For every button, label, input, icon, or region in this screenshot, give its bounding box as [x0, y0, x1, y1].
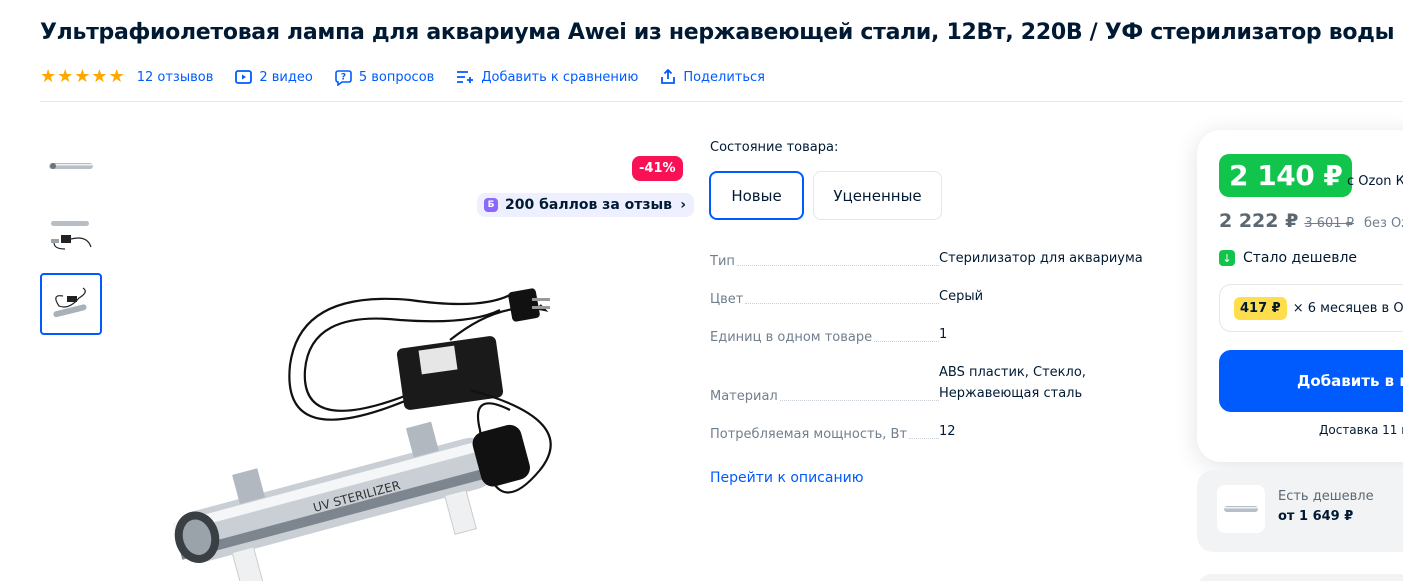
regular-price-row: 2 222 ₽ 3 601 ₽ без Ozo — [1219, 210, 1403, 232]
share-label: Поделиться — [683, 69, 765, 85]
share-icon — [661, 69, 676, 84]
star-icon: ★ — [74, 66, 91, 87]
delivery-info: Доставка 11 н — [1319, 423, 1403, 437]
add-to-cart-button[interactable]: Добавить в к — [1219, 350, 1403, 412]
product-main-image[interactable]: UV STERILIZER — [160, 270, 560, 581]
spec-key: Цвет — [710, 292, 746, 307]
installment-amount: 417 ₽ — [1234, 296, 1287, 320]
spec-value: ABS пластик, Стекло, Нержавеющая сталь — [939, 365, 1086, 401]
spec-row: Цвет Серый — [710, 286, 1160, 307]
cheaper-offer-card[interactable]: Есть дешевле от 1 649 ₽ — [1197, 470, 1403, 552]
thumbnail-1[interactable] — [40, 135, 102, 197]
review-bonus-badge[interactable]: Б 200 баллов за отзыв › — [477, 193, 695, 217]
spec-key: Потребляемая мощность, Вт — [710, 427, 910, 442]
chevron-right-icon: › — [680, 197, 687, 213]
condition-new-button[interactable]: Новые — [709, 171, 804, 220]
bonus-label: 200 баллов за отзыв — [505, 197, 673, 213]
price-drop-label: Стало дешевле — [1243, 250, 1358, 266]
cheaper-offer-label: Есть дешевле — [1278, 489, 1374, 504]
condition-label: Состояние товара: — [710, 140, 839, 155]
share-link[interactable]: Поделиться — [660, 69, 765, 85]
spec-row: Единиц в одном товаре 1 — [710, 324, 1160, 345]
reviews-label: 12 отзывов — [136, 69, 214, 85]
gallery-thumbnails — [40, 135, 104, 342]
product-thumbnail-image — [51, 221, 92, 250]
spec-key: Единиц в одном товаре — [710, 330, 875, 345]
spec-key: Материал — [710, 389, 780, 404]
svg-text:?: ? — [341, 72, 346, 82]
buy-box: 2 140 ₽ с Ozon К 2 222 ₽ 3 601 ₽ без Ozo… — [1197, 130, 1403, 462]
videos-link[interactable]: 2 видео — [235, 69, 313, 85]
spec-row: Материал ABS пластик, Стекло, Нержавеюща… — [710, 362, 1160, 404]
compare-icon — [457, 71, 474, 83]
star-icon: ★ — [91, 66, 108, 87]
condition-used-button[interactable]: Уцененные — [813, 171, 942, 220]
rating-stars[interactable]: ★ ★ ★ ★ ★ — [40, 68, 125, 86]
spec-row: Тип Стерилизатор для аквариума — [710, 248, 1160, 269]
go-to-description-link[interactable]: Перейти к описанию — [710, 470, 863, 486]
questions-label: 5 вопросов — [358, 69, 435, 85]
star-icon: ★ — [57, 66, 74, 87]
question-icon: ? — [335, 69, 352, 86]
bonus-points-icon: Б — [484, 198, 498, 212]
thumbnail-3[interactable] — [40, 273, 102, 335]
installment-offer[interactable]: 417 ₽ × 6 месяцев в Oz — [1219, 284, 1403, 332]
installment-text: × 6 месяцев в Oz — [1292, 300, 1403, 316]
product-thumbnail-image — [53, 287, 87, 318]
product-thumbnail-image — [49, 163, 93, 169]
arrow-down-icon: ↓ — [1219, 250, 1235, 266]
star-icon: ★ — [108, 66, 125, 87]
ozon-card-price[interactable]: 2 140 ₽ — [1219, 154, 1353, 197]
spec-row: Потребляемая мощность, Вт 12 — [710, 421, 1160, 442]
spec-key: Тип — [710, 254, 737, 269]
thumbnail-2[interactable] — [40, 204, 102, 266]
old-price: 3 601 ₽ — [1304, 216, 1354, 231]
product-thumbnail-image — [1224, 506, 1258, 512]
cheaper-offer-price: от 1 649 ₽ — [1278, 509, 1354, 524]
product-meta-row: ★ ★ ★ ★ ★ 12 отзывов 2 видео ? 5 вопросо… — [40, 66, 787, 88]
ozon-card-label: с Ozon К — [1347, 174, 1403, 189]
discount-badge: -41% — [632, 156, 683, 181]
compare-link[interactable]: Добавить к сравнению — [456, 70, 638, 85]
product-title: Ультрафиолетовая лампа для аквариума Awe… — [40, 20, 1395, 45]
reviews-link[interactable]: 12 отзывов — [137, 70, 214, 85]
next-card-edge — [1197, 574, 1403, 581]
compare-label: Добавить к сравнению — [481, 69, 639, 85]
video-icon — [235, 70, 253, 84]
header-divider — [40, 101, 1403, 102]
star-icon: ★ — [40, 66, 57, 87]
regular-price: 2 222 ₽ — [1219, 210, 1299, 232]
spec-value: 12 — [939, 424, 956, 439]
cheaper-offer-thumbnail — [1217, 485, 1265, 533]
questions-link[interactable]: ? 5 вопросов — [335, 69, 435, 86]
spec-value: Серый — [939, 289, 984, 304]
price-drop-notice[interactable]: ↓ Стало дешевле — [1219, 250, 1357, 266]
spec-value: Стерилизатор для аквариума — [939, 251, 1143, 266]
without-card-label: без Ozo — [1363, 216, 1403, 231]
spec-value: 1 — [939, 327, 948, 342]
videos-label: 2 видео — [259, 69, 313, 85]
